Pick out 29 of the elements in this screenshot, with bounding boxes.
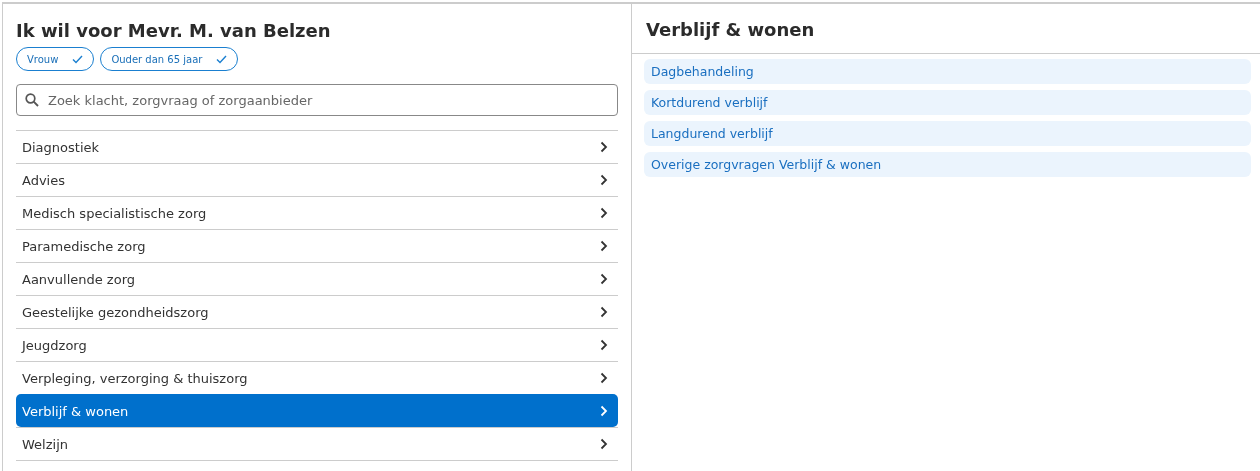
filter-chip[interactable]: Vrouw xyxy=(16,47,95,71)
chevron-icon xyxy=(600,240,608,252)
category-item[interactable]: Jeugdzorg xyxy=(16,328,618,361)
chevron-icon xyxy=(600,273,608,285)
category-item[interactable]: Medisch specialistische zorg xyxy=(16,196,618,229)
category-item[interactable]: Verblijf & wonen xyxy=(16,394,618,427)
chevron-icon xyxy=(600,306,608,318)
category-item[interactable]: Advies xyxy=(16,163,618,196)
subcategory-link[interactable]: Overige zorgvragen Verblijf & wonen xyxy=(644,152,1251,177)
subcategory-link[interactable]: Kortdurend verblijf xyxy=(644,90,1251,115)
category-item[interactable]: Diagnostiek xyxy=(16,130,618,163)
category-item[interactable]: Paramedische zorg xyxy=(16,229,618,262)
search-field[interactable]: Zoek klacht, zorgvraag of zorgaanbieder xyxy=(16,84,618,116)
category-item[interactable]: Aanvullende zorg xyxy=(16,262,618,295)
subcategory-link[interactable]: Dagbehandeling xyxy=(644,59,1251,84)
chevron-icon xyxy=(600,174,608,186)
filter-chip[interactable]: Ouder dan 65 jaar xyxy=(100,47,239,71)
category-item[interactable]: Geestelijke gezondheidszorg xyxy=(16,295,618,328)
chevron-icon xyxy=(600,405,608,417)
chevron-icon xyxy=(600,339,608,351)
chevron-icon xyxy=(600,141,608,153)
chevron-icon xyxy=(600,207,608,219)
search-icon xyxy=(25,93,39,107)
panel-title: Ik wil voor Mevr. M. van Belzen xyxy=(16,20,332,41)
category-item[interactable]: Welzijn xyxy=(16,427,618,460)
chevron-icon xyxy=(600,438,608,450)
chevron-icon xyxy=(600,372,608,384)
subcategory-link[interactable]: Langdurend verblijf xyxy=(644,121,1251,146)
panel-title: Verblijf & wonen xyxy=(632,4,1260,54)
